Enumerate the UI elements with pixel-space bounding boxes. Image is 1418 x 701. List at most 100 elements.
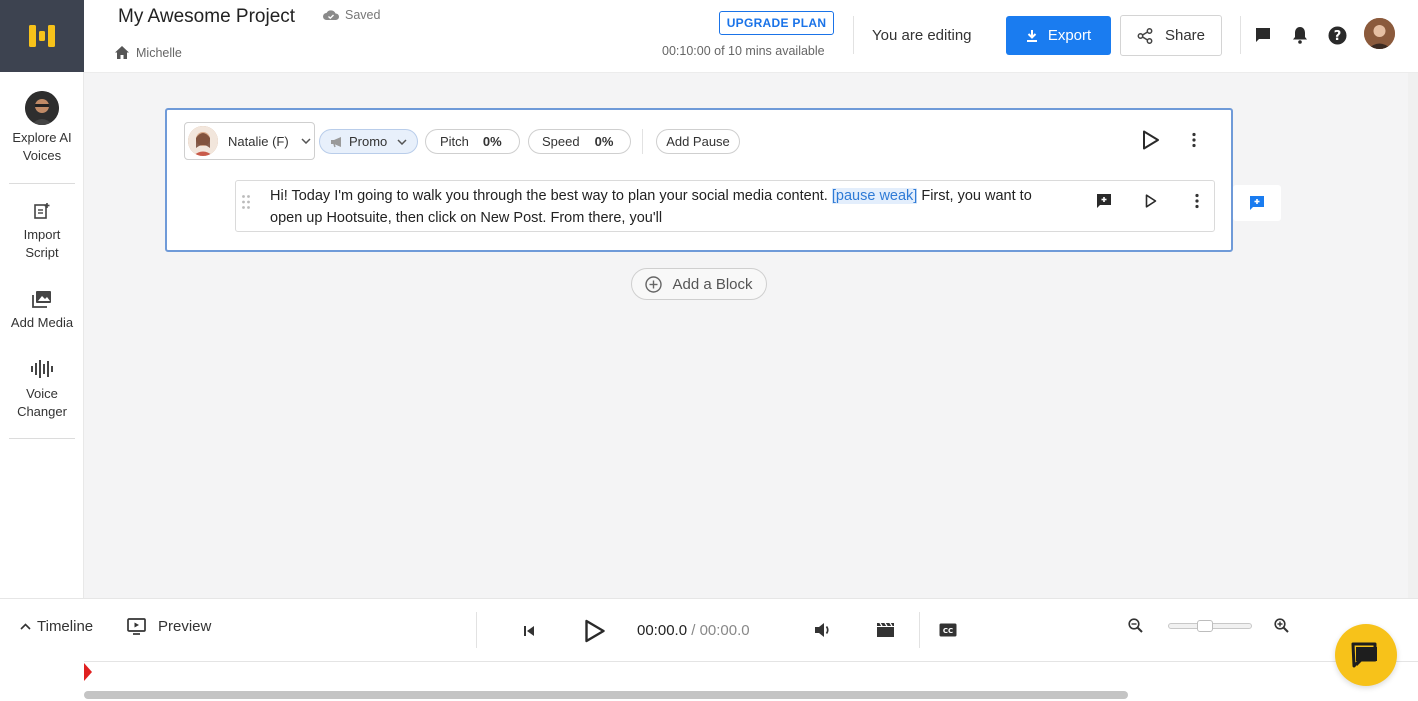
pitch-value: 0% bbox=[482, 134, 502, 149]
captions-icon[interactable]: CC bbox=[939, 623, 957, 642]
timeline-label: Timeline bbox=[37, 618, 94, 635]
player-bar: Timeline Preview 00:00.0 / 00:00.0 CC bbox=[0, 598, 1418, 701]
speed-value: 0% bbox=[594, 134, 614, 149]
floating-comment-button[interactable] bbox=[1233, 185, 1281, 221]
drag-handle-icon[interactable] bbox=[241, 194, 251, 215]
help-icon[interactable]: ? bbox=[1327, 25, 1347, 45]
breadcrumb-user: Michelle bbox=[136, 45, 182, 60]
skip-back-icon[interactable] bbox=[523, 624, 535, 642]
play-icon[interactable] bbox=[584, 619, 606, 648]
script-text[interactable]: Hi! Today I'm going to walk you through … bbox=[270, 185, 1060, 229]
comments-icon[interactable] bbox=[1253, 25, 1273, 45]
svg-text:?: ? bbox=[1333, 29, 1341, 44]
top-header: My Awesome Project Saved Michelle UPGRAD… bbox=[84, 0, 1418, 73]
sidebar-item-import-script[interactable]: Import Script bbox=[7, 202, 77, 262]
script-text-part: Hi! Today I'm going to walk you through … bbox=[270, 188, 832, 204]
megaphone-icon bbox=[331, 136, 341, 147]
current-time: 00:00.0 bbox=[637, 622, 688, 639]
timeline-toggle[interactable]: Timeline bbox=[20, 618, 93, 635]
more-options-icon[interactable] bbox=[1191, 132, 1197, 153]
total-time: 00:00.0 bbox=[699, 622, 750, 639]
export-button[interactable]: Export bbox=[1006, 16, 1111, 55]
logo-icon bbox=[29, 25, 55, 47]
save-status: Saved bbox=[322, 8, 380, 22]
voice-selector[interactable]: Natalie (F) bbox=[184, 122, 315, 160]
chevron-down-icon bbox=[301, 138, 311, 144]
cloud-check-icon bbox=[323, 10, 340, 20]
timeline-track[interactable] bbox=[84, 661, 1418, 662]
add-block-button[interactable]: Add a Block bbox=[631, 268, 767, 300]
download-icon bbox=[1026, 29, 1037, 42]
project-title[interactable]: My Awesome Project bbox=[118, 6, 295, 28]
timeline-scrollbar[interactable] bbox=[84, 691, 1128, 699]
support-chat-button[interactable] bbox=[1335, 624, 1397, 686]
breadcrumb[interactable]: Michelle bbox=[114, 45, 182, 60]
play-paragraph-icon[interactable] bbox=[1145, 194, 1157, 213]
pitch-label: Pitch bbox=[440, 134, 469, 149]
voice-avatar bbox=[188, 126, 218, 156]
preview-button[interactable]: Preview bbox=[127, 618, 211, 635]
pitch-control[interactable]: Pitch 0% bbox=[425, 129, 520, 154]
export-label: Export bbox=[1047, 27, 1092, 44]
clapperboard-icon[interactable] bbox=[876, 622, 895, 643]
header-divider bbox=[1240, 16, 1241, 54]
playhead-marker[interactable] bbox=[84, 663, 92, 681]
zoom-slider[interactable] bbox=[1168, 620, 1252, 632]
home-icon bbox=[115, 46, 129, 59]
user-avatar[interactable] bbox=[1364, 18, 1395, 49]
preview-label: Preview bbox=[158, 618, 212, 635]
page-scrollbar[interactable] bbox=[1408, 73, 1418, 598]
saved-label: Saved bbox=[345, 8, 381, 22]
chat-icon bbox=[1351, 642, 1377, 668]
toolbar-divider bbox=[642, 129, 643, 154]
paragraph-more-icon[interactable] bbox=[1194, 193, 1200, 214]
pause-tag[interactable]: [pause weak] bbox=[831, 188, 918, 204]
bell-icon[interactable] bbox=[1290, 25, 1310, 45]
style-label: Promo bbox=[349, 134, 388, 149]
add-comment-icon bbox=[1250, 196, 1264, 210]
upgrade-plan-button[interactable]: UPGRADE PLAN bbox=[719, 11, 834, 35]
sidebar-divider bbox=[9, 183, 75, 184]
sidebar-item-label: Voice Changer bbox=[17, 386, 67, 419]
add-comment-icon[interactable] bbox=[1096, 193, 1112, 214]
bar-divider bbox=[919, 612, 920, 648]
zoom-out-icon[interactable] bbox=[1128, 618, 1143, 638]
sidebar-item-explore-voices[interactable]: Explore AI Voices bbox=[7, 91, 77, 165]
bar-divider bbox=[476, 612, 477, 648]
add-block-label: Add a Block bbox=[672, 275, 753, 293]
speed-control[interactable]: Speed 0% bbox=[528, 129, 631, 154]
voice-avatar bbox=[25, 91, 59, 125]
sidebar-item-label: Import Script bbox=[23, 227, 61, 260]
add-pause-button[interactable]: Add Pause bbox=[656, 129, 740, 154]
share-button[interactable]: Share bbox=[1120, 15, 1222, 56]
header-divider bbox=[853, 16, 854, 54]
chevron-up-icon bbox=[20, 623, 31, 630]
share-icon bbox=[1137, 27, 1153, 44]
sidebar-item-voice-changer[interactable]: Voice Changer bbox=[7, 359, 77, 421]
style-dropdown[interactable]: Promo bbox=[319, 129, 418, 154]
voice-name: Natalie (F) bbox=[228, 133, 289, 149]
chevron-down-icon bbox=[397, 138, 407, 145]
share-label: Share bbox=[1164, 27, 1206, 44]
time-separator: / bbox=[687, 622, 700, 639]
speed-label: Speed bbox=[542, 134, 580, 149]
sidebar-item-add-media[interactable]: Add Media bbox=[7, 290, 77, 332]
svg-text:CC: CC bbox=[943, 627, 953, 635]
sidebar-item-label: Explore AI Voices bbox=[12, 130, 72, 163]
text-paragraph-block[interactable]: Hi! Today I'm going to walk you through … bbox=[235, 180, 1215, 232]
media-icon bbox=[32, 291, 51, 308]
app-logo[interactable] bbox=[0, 0, 84, 72]
editing-status: You are editing bbox=[872, 27, 972, 44]
zoom-slider-handle[interactable] bbox=[1197, 620, 1213, 632]
playback-time: 00:00.0 / 00:00.0 bbox=[637, 622, 750, 639]
waveform-icon bbox=[31, 360, 53, 378]
volume-icon[interactable] bbox=[814, 622, 832, 643]
voice-block[interactable]: Natalie (F) Promo Pitch 0% Speed 0% Add … bbox=[165, 108, 1233, 252]
add-circle-icon bbox=[645, 275, 663, 293]
preview-icon bbox=[127, 618, 146, 635]
zoom-in-icon[interactable] bbox=[1274, 618, 1289, 638]
time-available: 00:10:00 of 10 mins available bbox=[662, 44, 825, 58]
sidebar-item-label: Add Media bbox=[10, 315, 74, 330]
play-block-icon[interactable] bbox=[1142, 130, 1160, 155]
sidebar-divider bbox=[9, 438, 75, 439]
